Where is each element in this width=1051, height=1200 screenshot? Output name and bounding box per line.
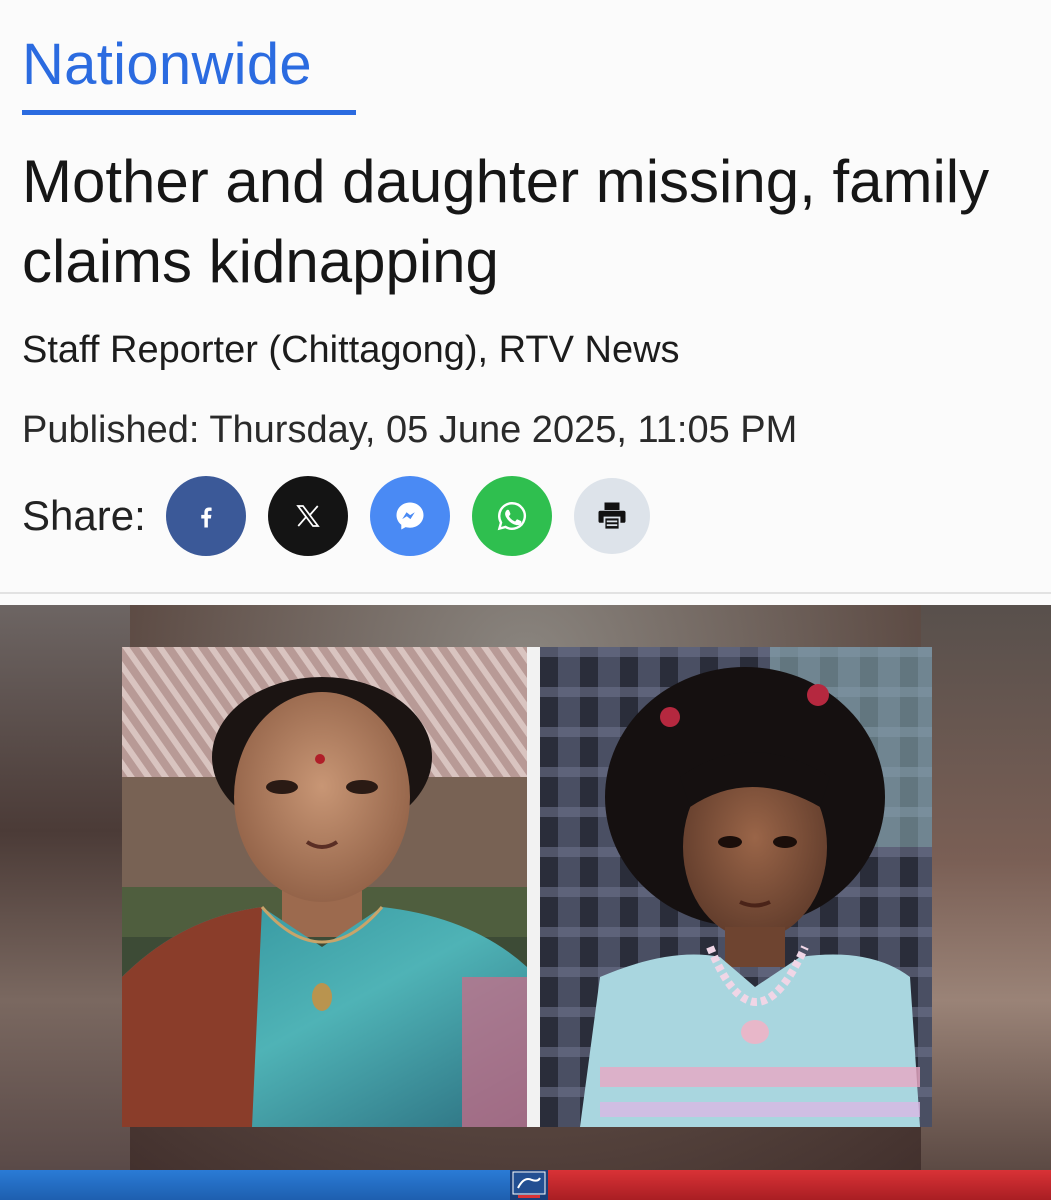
share-whatsapp-button[interactable]	[471, 476, 552, 556]
article-byline: Staff Reporter (Chittagong), RTV News	[22, 329, 680, 371]
mother-photo	[122, 647, 527, 1127]
category-underline	[22, 110, 356, 115]
share-messenger-button[interactable]	[369, 476, 450, 556]
rtv-logo-icon	[510, 1170, 548, 1200]
daughter-photo	[540, 647, 932, 1127]
share-x-button[interactable]	[267, 476, 348, 556]
messenger-icon	[392, 498, 428, 534]
article-photo[interactable]	[0, 605, 1051, 1170]
facebook-icon	[191, 501, 221, 531]
printer-icon	[594, 498, 630, 534]
share-bar: Share:	[22, 476, 672, 556]
photo-divider	[527, 647, 540, 1127]
article-headline: Mother and daughter missing, family clai…	[22, 148, 990, 295]
channel-banner	[0, 1170, 1051, 1200]
header-divider	[0, 592, 1051, 594]
x-icon	[293, 501, 323, 531]
published-date: Published: Thursday, 05 June 2025, 11:05…	[22, 409, 798, 451]
article-page: Nationwide Mother and daughter missing, …	[0, 0, 1051, 1200]
photo-blur-right	[921, 605, 1051, 1170]
share-facebook-button[interactable]	[165, 476, 246, 556]
banner-red-stripe	[548, 1170, 1051, 1200]
whatsapp-icon	[494, 498, 530, 534]
share-label: Share:	[22, 492, 146, 539]
article-header: Nationwide Mother and daughter missing, …	[0, 0, 1051, 592]
category-link[interactable]: Nationwide	[22, 30, 312, 100]
print-button[interactable]	[573, 478, 650, 554]
banner-blue-stripe	[0, 1170, 510, 1200]
photo-blur-left	[0, 605, 130, 1170]
